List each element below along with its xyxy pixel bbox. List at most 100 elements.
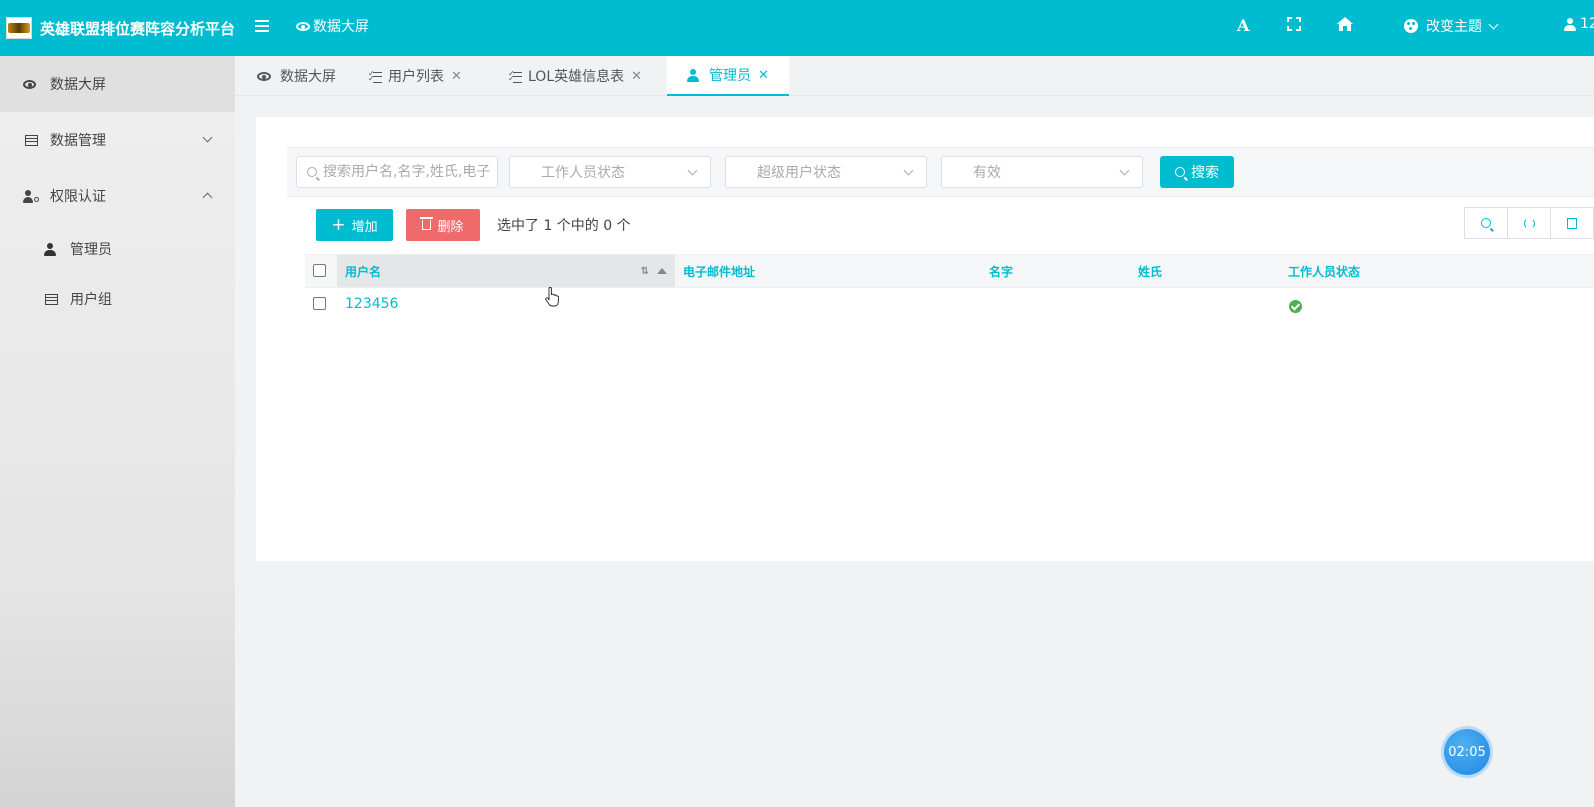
palette-icon: [1404, 19, 1418, 33]
font-size-icon[interactable]: A: [1237, 16, 1249, 35]
app-logo: [6, 17, 32, 39]
user-lock-icon: [23, 189, 39, 203]
tab-admin[interactable]: 管理员 ✕: [667, 56, 789, 96]
table-row: 123456: [305, 288, 1594, 322]
chevron-down-icon: [1119, 165, 1130, 176]
tab-label: 用户列表: [388, 69, 444, 85]
sidebar-subitem-label: 用户组: [70, 292, 112, 308]
unsort-icon[interactable]: ⇅: [641, 266, 649, 277]
content-card: 工作人员状态 超级用户状态 有效 搜索 + 增加 删除 选中了 1 个中的 0 …: [256, 117, 1594, 561]
search-button-label: 搜索: [1191, 165, 1219, 181]
user-icon: [44, 242, 56, 256]
admin-table: 用户名 ⇅ 电子邮件地址 名字 姓氏 工作人员状态 123456: [305, 254, 1594, 322]
selection-count: 选中了 1 个中的 0 个: [497, 218, 631, 234]
sidebar: 数据大屏 数据管理 权限认证 管理员 用户组: [0, 56, 235, 807]
sidebar-item-label: 数据管理: [50, 133, 106, 149]
chevron-down-icon: [202, 132, 213, 143]
list-icon: ✓ ✓: [368, 69, 382, 83]
search-icon: [1175, 167, 1185, 177]
staff-status-select[interactable]: 工作人员状态: [509, 156, 711, 188]
row-checkbox[interactable]: [313, 297, 326, 310]
brand: 英雄联盟排位赛阵容分析平台: [0, 0, 235, 56]
search-input[interactable]: [323, 164, 497, 180]
sidebar-subitem-label: 管理员: [70, 242, 112, 258]
search-icon: [1481, 218, 1491, 228]
delete-button[interactable]: 删除: [406, 209, 480, 241]
breadcrumb-label: 数据大屏: [313, 19, 369, 35]
add-button-label: 增加: [351, 219, 378, 235]
list-icon: ✓ ✓: [508, 69, 522, 83]
tab-hero-info[interactable]: ✓ ✓ LOL英雄信息表 ✕: [508, 56, 642, 96]
search-field[interactable]: [296, 156, 498, 188]
close-icon[interactable]: ✕: [451, 69, 462, 84]
home-icon[interactable]: [1336, 16, 1354, 36]
user-name: 12: [1580, 16, 1594, 32]
superuser-status-select[interactable]: 超级用户状态: [725, 156, 927, 188]
trash-icon: [420, 217, 434, 230]
search-button[interactable]: 搜索: [1160, 156, 1234, 188]
sidebar-subitem-user-group[interactable]: 用户组: [0, 274, 235, 324]
column-header-first-name[interactable]: 名字: [989, 255, 1013, 287]
refresh-button[interactable]: [1508, 208, 1551, 238]
select-all-checkbox[interactable]: [313, 264, 326, 277]
eye-icon: [23, 79, 36, 89]
table-header: 用户名 ⇅ 电子邮件地址 名字 姓氏 工作人员状态: [305, 254, 1594, 288]
table-icon: [24, 134, 38, 146]
column-header-staff-status[interactable]: 工作人员状态: [1288, 255, 1360, 287]
column-header-email[interactable]: 电子邮件地址: [683, 255, 755, 287]
tab-dashboard[interactable]: 数据大屏: [257, 56, 336, 96]
username-link[interactable]: 123456: [345, 296, 398, 312]
action-toolbar: + 增加 删除 选中了 1 个中的 0 个: [316, 209, 631, 241]
theme-switcher[interactable]: 改变主题: [1404, 16, 1499, 36]
active-status-select[interactable]: 有效: [941, 156, 1143, 188]
tab-label: 数据大屏: [280, 69, 336, 85]
user-icon: [687, 68, 699, 82]
select-value: 超级用户状态: [757, 165, 841, 181]
eye-icon: [257, 71, 271, 81]
sidebar-item-label: 数据大屏: [50, 77, 106, 93]
select-value: 有效: [973, 165, 1001, 181]
check-circle-icon: [1289, 300, 1302, 313]
sidebar-subitem-admin[interactable]: 管理员: [0, 224, 235, 274]
delete-button-label: 删除: [437, 219, 464, 235]
filter-bar: 工作人员状态 超级用户状态 有效 搜索: [287, 147, 1594, 197]
table-search-button[interactable]: [1465, 208, 1508, 238]
refresh-icon: [1523, 217, 1535, 229]
header-breadcrumb: 数据大屏: [296, 16, 369, 36]
chevron-down-icon: [1488, 19, 1499, 29]
menu-toggle-icon[interactable]: [255, 17, 273, 39]
table-tools: [1464, 207, 1594, 239]
floating-timer[interactable]: 02:05: [1444, 729, 1490, 775]
column-header-last-name[interactable]: 姓氏: [1138, 255, 1162, 287]
user-icon: [1564, 17, 1576, 31]
sort-asc-icon[interactable]: [657, 268, 667, 274]
plus-icon: +: [331, 214, 346, 235]
close-icon[interactable]: ✕: [631, 69, 642, 84]
app-title: 英雄联盟排位赛阵容分析平台: [39, 19, 235, 38]
tab-label: 管理员: [709, 68, 751, 84]
user-menu[interactable]: 12: [1564, 16, 1594, 32]
sidebar-item-dashboard[interactable]: 数据大屏: [0, 56, 235, 112]
fullscreen-icon[interactable]: [1286, 16, 1302, 36]
eye-icon: [296, 21, 310, 31]
hand-cursor-icon: [545, 287, 559, 307]
search-icon: [307, 167, 317, 177]
select-value: 工作人员状态: [541, 165, 625, 181]
tab-bar: 数据大屏 ✓ ✓ 用户列表 ✕ ✓ ✓ LOL英雄信息表 ✕ 管理员 ✕: [235, 56, 1594, 96]
tab-label: LOL英雄信息表: [528, 69, 625, 85]
chevron-down-icon: [687, 165, 698, 176]
tab-user-list[interactable]: ✓ ✓ 用户列表 ✕: [368, 56, 462, 96]
top-header: 英雄联盟排位赛阵容分析平台 数据大屏 A 改变主题 12: [0, 0, 1594, 56]
theme-label: 改变主题: [1426, 19, 1482, 35]
close-icon[interactable]: ✕: [758, 68, 769, 83]
add-button[interactable]: + 增加: [316, 209, 393, 241]
sidebar-item-data-management[interactable]: 数据管理: [0, 112, 235, 168]
columns-button[interactable]: [1551, 208, 1594, 238]
sidebar-item-label: 权限认证: [50, 189, 106, 205]
sidebar-item-auth[interactable]: 权限认证: [0, 168, 235, 224]
columns-icon: [1567, 217, 1577, 229]
column-header-username[interactable]: 用户名 ⇅: [337, 255, 675, 287]
chevron-down-icon: [903, 165, 914, 176]
chevron-up-icon: [202, 192, 213, 203]
table-icon: [44, 293, 58, 305]
